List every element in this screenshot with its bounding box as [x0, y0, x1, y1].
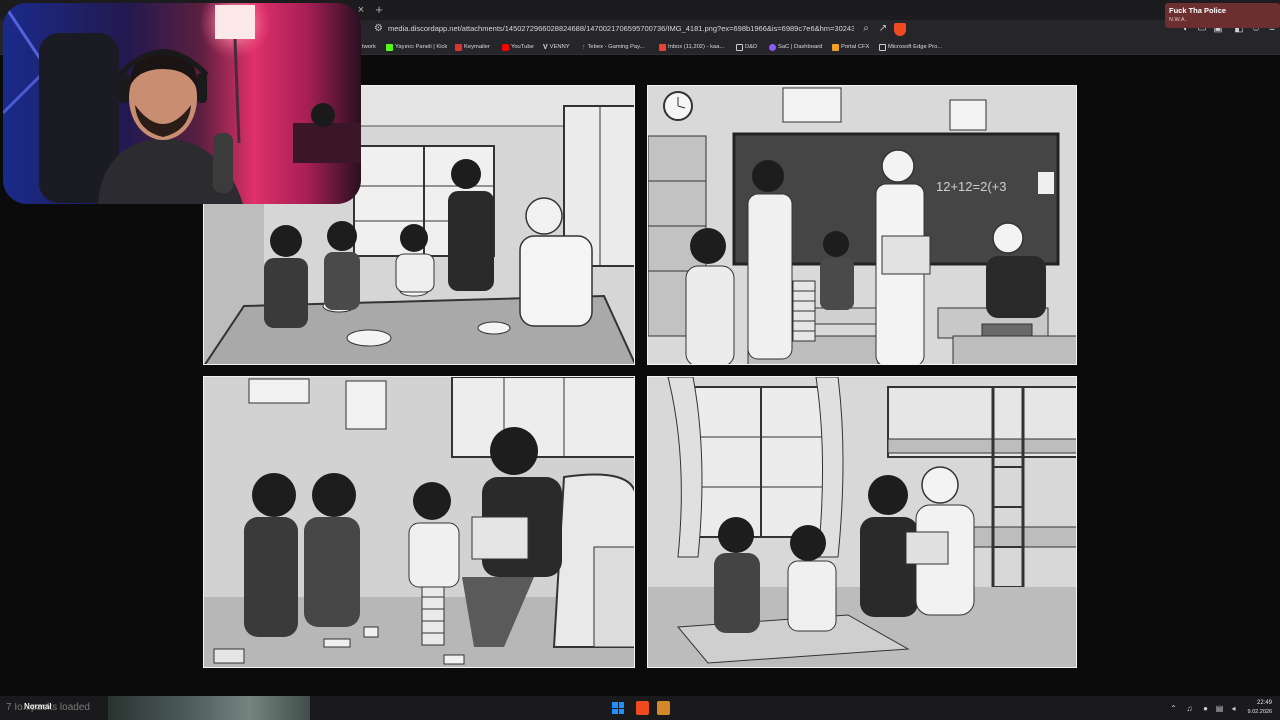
bookmark-label: Microsoft Edge Pro... — [888, 44, 943, 50]
bookmark-label: Portal CFX — [841, 44, 870, 50]
manga-panel-living-room — [203, 376, 635, 668]
chalkboard-text: 12+12=2(+3 — [936, 179, 1006, 194]
bookmark-sac-dashboard[interactable]: SaC | Dashboard — [769, 42, 822, 53]
headset-icon[interactable]: ♫ — [1185, 704, 1194, 713]
folder-icon — [879, 44, 886, 51]
bookmark-label: Tebex - Gaming Pay... — [587, 44, 645, 50]
sac-icon — [769, 44, 776, 51]
venny-icon: V — [543, 44, 548, 51]
keymailer-icon — [455, 44, 462, 51]
mode-label: Normal — [24, 702, 52, 711]
screen: × + ⚙ media.discordapp.net/attachments/1… — [0, 0, 1280, 720]
cfx-icon — [832, 44, 839, 51]
brave-shield-icon[interactable] — [894, 23, 906, 36]
tebex-icon: ↑ — [582, 44, 586, 51]
bookmark-edge-folder[interactable]: Microsoft Edge Pro... — [879, 42, 942, 53]
bookmark-label: D&D — [745, 44, 758, 50]
bookmark-portal-cfx[interactable]: Portal CFX — [832, 42, 869, 53]
bookmark-label: SaC | Dashboard — [778, 44, 823, 50]
kick-icon — [386, 44, 393, 51]
bookmark-tebex[interactable]: ↑ Tebex - Gaming Pay... — [582, 42, 644, 53]
bookmark-label: twork — [362, 44, 376, 50]
clock-time[interactable]: 22:49 — [1246, 700, 1272, 706]
now-playing-title: Fuck Tha Police — [1169, 6, 1227, 15]
streaming-app-icon[interactable] — [657, 701, 670, 715]
network-icon[interactable]: ▤ — [1215, 704, 1224, 713]
volume-icon[interactable]: ◂ — [1229, 704, 1238, 713]
manga-panel-bunkbed-room — [647, 376, 1077, 668]
brave-browser-icon[interactable] — [636, 701, 649, 715]
bookmark-dnd-folder[interactable]: D&D — [736, 42, 757, 53]
now-playing-artist: N.W.A. — [1169, 17, 1187, 23]
zoom-icon[interactable]: ⌕ — [860, 23, 872, 35]
site-settings-icon[interactable]: ⚙ — [374, 23, 386, 35]
windows-start-icon[interactable] — [612, 702, 624, 714]
bookmark-gmail[interactable]: Inbox (11,202) - kaa... — [659, 42, 724, 53]
bookmark-label: Keymailer — [464, 44, 490, 50]
microphone-icon[interactable]: ● — [1201, 704, 1210, 713]
bookmark-kick[interactable]: Yayıncı Paneli | Kick — [386, 42, 447, 53]
folder-icon — [736, 44, 743, 51]
bookmark-label: Yayıncı Paneli | Kick — [395, 44, 448, 50]
taskbar-preview-thumbnail — [108, 696, 310, 720]
gmail-icon — [659, 44, 666, 51]
bookmark-network[interactable]: twork — [362, 42, 376, 53]
bookmark-label: YouTube — [511, 44, 534, 50]
bookmark-label: VENNY — [549, 44, 570, 50]
manga-panel-classroom: 12+12=2(+3 — [647, 85, 1077, 365]
bookmark-keymailer[interactable]: Keymailer — [455, 42, 490, 53]
clock-date[interactable]: 9.02.2026 — [1242, 709, 1272, 715]
bookmark-venny[interactable]: V VENNY — [543, 42, 570, 53]
new-tab-icon[interactable]: + — [372, 2, 386, 18]
bookmark-youtube[interactable]: YouTube — [502, 42, 534, 53]
bookmark-label: Inbox (11,202) - kaa... — [668, 44, 725, 50]
youtube-icon — [502, 44, 509, 51]
tray-overflow-icon[interactable]: ⌃ — [1169, 704, 1178, 713]
webcam-overlay — [3, 3, 361, 204]
url-field[interactable]: media.discordapp.net/attachments/1450272… — [388, 24, 854, 36]
share-icon[interactable]: ↗ — [877, 23, 889, 35]
